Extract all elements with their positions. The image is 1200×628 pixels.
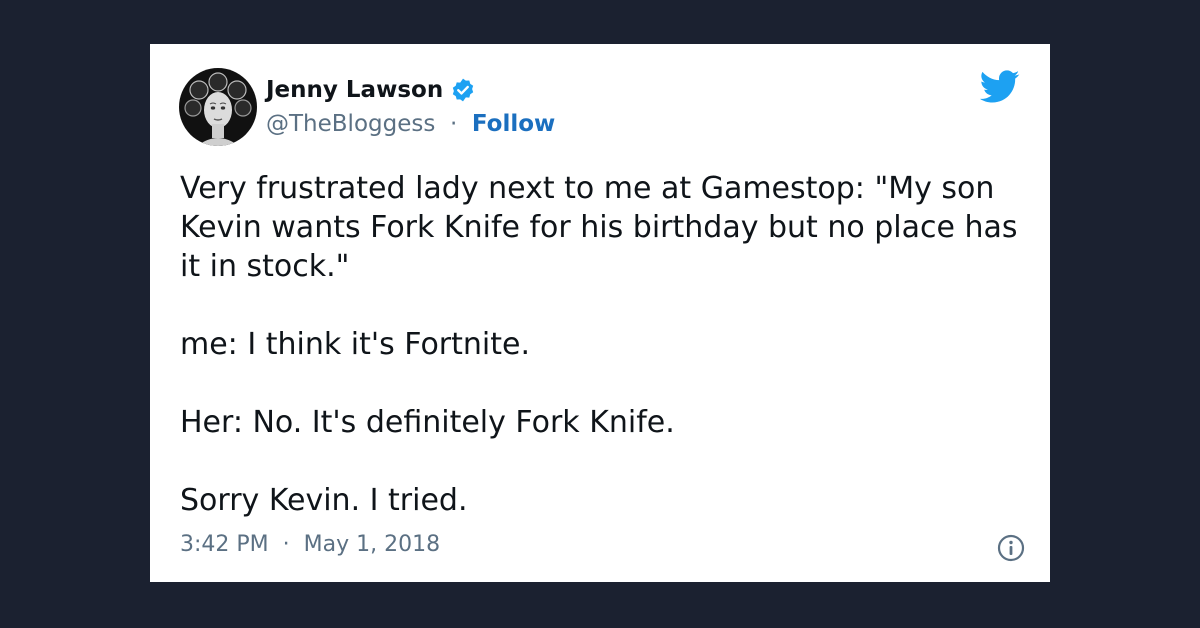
author-handle-row: @TheBloggess · Follow xyxy=(266,108,555,140)
info-icon[interactable] xyxy=(996,533,1026,563)
handle-separator: · xyxy=(442,111,465,137)
tweet-date: May 1, 2018 xyxy=(303,532,441,557)
verified-badge-icon xyxy=(450,77,476,103)
author-name-row: Jenny Lawson xyxy=(266,74,476,106)
tweet-paragraph: Sorry Kevin. I tried. xyxy=(180,483,468,518)
timestamp-separator: · xyxy=(275,532,297,557)
tweet-timestamp[interactable]: 3:42 PM · May 1, 2018 xyxy=(180,532,440,557)
tweet-paragraph: Her: No. It's definitely Fork Knife. xyxy=(180,405,675,440)
tweet-time: 3:42 PM xyxy=(180,532,269,557)
author-handle[interactable]: @TheBloggess xyxy=(266,111,435,137)
tweet-card: Jenny Lawson @TheBloggess · Follow Very … xyxy=(150,44,1050,582)
tweet-paragraph: me: I think it's Fortnite. xyxy=(180,327,530,362)
tweet-text: Very frustrated lady next to me at Games… xyxy=(180,169,1030,520)
follow-button[interactable]: Follow xyxy=(472,111,555,137)
avatar-image xyxy=(179,68,257,146)
author-name[interactable]: Jenny Lawson xyxy=(266,77,443,103)
avatar[interactable] xyxy=(179,68,257,146)
twitter-bird-icon[interactable] xyxy=(980,70,1020,104)
tweet-paragraph: Very frustrated lady next to me at Games… xyxy=(180,171,1018,284)
